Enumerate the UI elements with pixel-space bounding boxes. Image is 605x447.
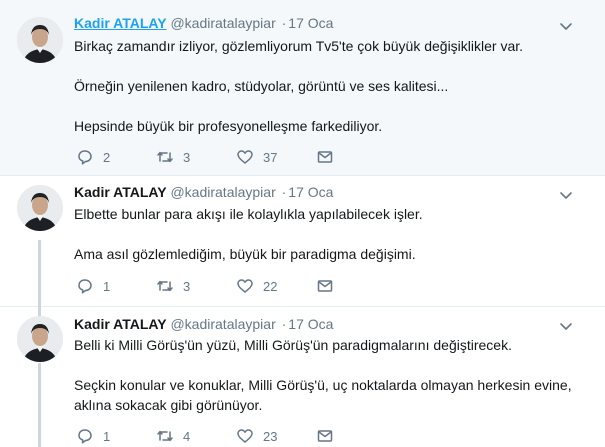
tweet[interactable]: Kadir ATALAY @kadiratalaypiar · 17 Oca Be… (0, 307, 605, 447)
tweet[interactable]: Kadir ATALAY @kadiratalaypiar · 17 Oca Bi… (0, 0, 605, 176)
tweet-thread: Kadir ATALAY @kadiratalaypiar · 17 Oca Bi… (0, 0, 605, 447)
tweet-text: Birkaç zamandır izliyor, gözlemliyorum T… (74, 36, 585, 136)
like-button[interactable]: 23 (236, 427, 277, 445)
like-count: 23 (263, 428, 278, 444)
chevron-down-icon[interactable] (559, 188, 573, 202)
thread-line (38, 240, 41, 316)
tweet-actions: 1 3 22 (76, 277, 356, 295)
like-button[interactable]: 22 (236, 277, 277, 295)
author-name[interactable]: Kadir ATALAY (74, 316, 167, 332)
avatar[interactable] (17, 316, 63, 362)
chevron-down-icon[interactable] (559, 319, 573, 333)
tweet-actions: 2 3 37 (76, 148, 356, 166)
heart-icon (237, 279, 253, 293)
retweet-count: 4 (183, 428, 191, 444)
tweet-header: Kadir ATALAY @kadiratalaypiar · 17 Oca (74, 15, 565, 33)
tweet-paragraph: Örneğin yenilenen kadro, stüdyolar, görü… (74, 78, 449, 94)
mail-icon (317, 151, 333, 163)
separator: · (281, 184, 287, 200)
retweet-icon (157, 280, 173, 292)
like-button[interactable]: 37 (236, 148, 277, 166)
heart-icon (237, 150, 253, 164)
retweet-icon (157, 430, 173, 442)
avatar[interactable] (17, 185, 63, 231)
heart-icon (237, 429, 253, 443)
separator: · (281, 15, 287, 31)
thread-line (38, 363, 41, 447)
reply-button[interactable]: 1 (76, 277, 110, 295)
author-username[interactable]: @kadiratalaypiar (170, 316, 275, 332)
tweet-actions: 1 4 23 (76, 427, 356, 445)
tweet-paragraph: Seçkin konular ve konuklar, Milli Görüş'… (74, 377, 572, 413)
chevron-down-icon[interactable] (559, 19, 573, 33)
tweet-header: Kadir ATALAY @kadiratalaypiar · 17 Oca (74, 316, 565, 334)
author-username[interactable]: @kadiratalaypiar (170, 184, 275, 200)
retweet-count: 3 (183, 278, 191, 294)
author-username[interactable]: @kadiratalaypiar (170, 15, 275, 31)
retweet-button[interactable]: 4 (156, 427, 190, 445)
like-count: 37 (263, 149, 278, 165)
reply-icon (78, 279, 92, 294)
tweet-text: Elbette bunlar para akışı ile kolaylıkla… (74, 204, 585, 264)
author-name[interactable]: Kadir ATALAY (74, 15, 167, 31)
retweet-count: 3 (183, 149, 191, 165)
like-count: 22 (263, 278, 278, 294)
reply-icon (78, 429, 92, 444)
retweet-button[interactable]: 3 (156, 277, 190, 295)
tweet-time[interactable]: 17 Oca (288, 316, 333, 332)
retweet-button[interactable]: 3 (156, 148, 190, 166)
tweet-paragraph: Hepsinde büyük bir profesyonelleşme fark… (74, 118, 383, 134)
tweet-paragraph: Elbette bunlar para akışı ile kolaylıkla… (74, 206, 423, 222)
tweet-paragraph: Birkaç zamandır izliyor, gözlemliyorum T… (74, 38, 524, 54)
reply-button[interactable]: 1 (76, 427, 110, 445)
direct-message-button[interactable] (316, 277, 334, 295)
retweet-icon (157, 151, 173, 163)
tweet[interactable]: Kadir ATALAY @kadiratalaypiar · 17 Oca El… (0, 176, 605, 307)
avatar[interactable] (17, 17, 63, 63)
direct-message-button[interactable] (316, 148, 334, 166)
reply-button[interactable]: 2 (76, 148, 110, 166)
tweet-header: Kadir ATALAY @kadiratalaypiar · 17 Oca (74, 184, 565, 202)
tweet-paragraph: Ama asıl gözlemlediğim, büyük bir paradi… (74, 246, 416, 262)
reply-icon (78, 150, 92, 165)
tweet-paragraph: Belli ki Milli Görüş'ün yüzü, Milli Görü… (74, 337, 512, 353)
reply-count: 1 (103, 428, 111, 444)
mail-icon (317, 280, 333, 292)
reply-count: 1 (103, 278, 111, 294)
reply-count: 2 (103, 149, 111, 165)
author-name[interactable]: Kadir ATALAY (74, 184, 167, 200)
tweet-time[interactable]: 17 Oca (288, 15, 333, 31)
direct-message-button[interactable] (316, 427, 334, 445)
mail-icon (317, 430, 333, 442)
tweet-text: Belli ki Milli Görüş'ün yüzü, Milli Görü… (74, 335, 585, 415)
separator: · (281, 316, 287, 332)
tweet-time[interactable]: 17 Oca (288, 184, 333, 200)
